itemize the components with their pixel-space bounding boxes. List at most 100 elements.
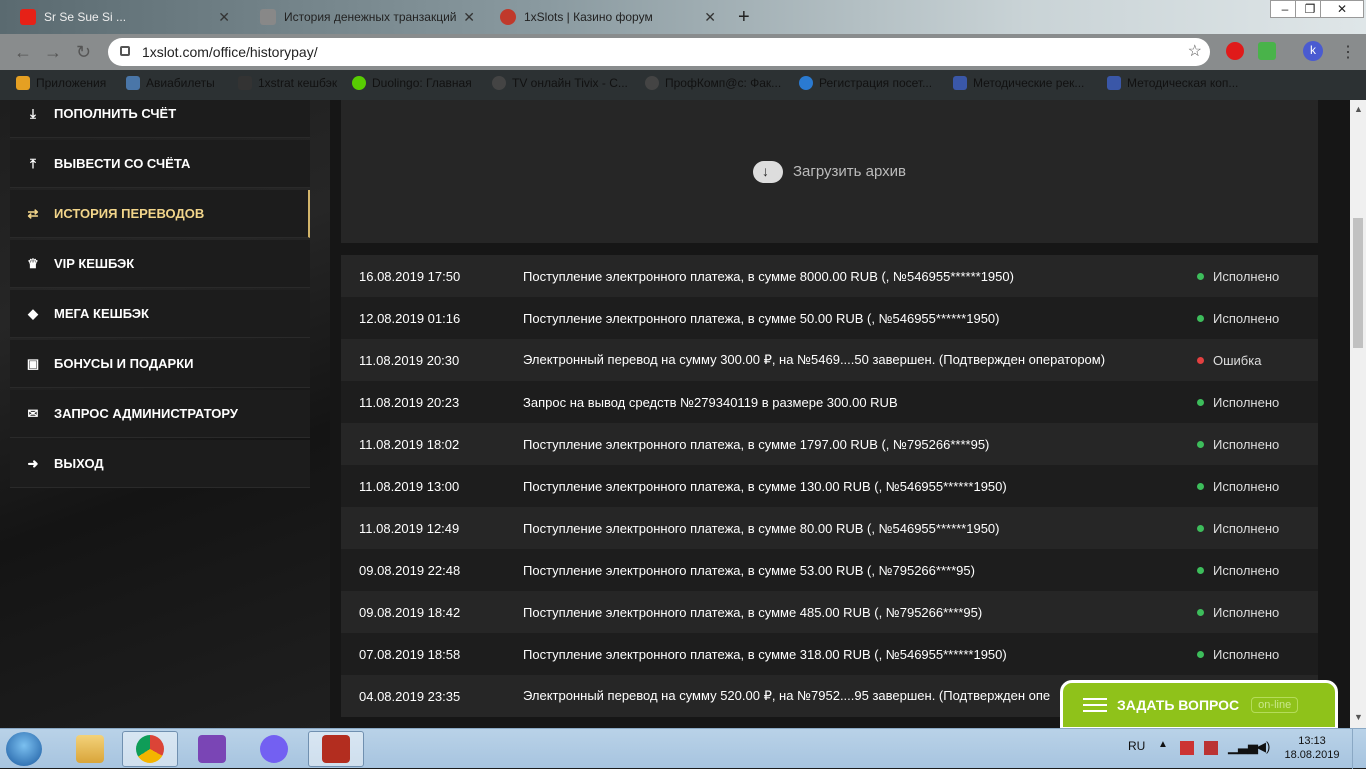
duolingo-icon [352,76,366,90]
address-bar[interactable]: 1xslot.com/office/historypay/ ☆ [108,38,1210,66]
chat-label: ЗАДАТЬ ВОПРОС [1117,697,1240,713]
page-scrollbar[interactable]: ▲ ▼ [1350,100,1366,728]
scroll-down-icon[interactable]: ▼ [1354,712,1363,722]
taskbar-dota[interactable] [308,731,364,767]
transaction-description: Поступление электронного платежа, в сумм… [523,646,1007,662]
sidebar-item-label: ВЫВЕСТИ СО СЧЁТА [54,156,191,171]
bookmark-method-1[interactable]: Методические рек... [953,76,1084,90]
system-clock[interactable]: 13:13 18.08.2019 [1282,734,1342,762]
bookmark-cashback[interactable]: 1xstrat кешбэк [238,76,337,90]
back-icon[interactable]: ← [14,42,32,63]
forum-icon [500,9,516,25]
vk-icon [126,76,140,90]
sidebar-item[interactable]: ♛ VIP КЕШБЭК [10,240,310,288]
youtube-icon [20,9,36,25]
sidebar-item-label: МЕГА КЕШБЭК [54,306,149,321]
signal-icon[interactable]: ▁▃▅ [1228,739,1258,755]
bookmark-star-icon[interactable]: ☆ [1188,38,1202,66]
table-row: 11.08.2019 12:49 Поступление электронного… [341,507,1318,549]
close-icon[interactable]: ✕ [218,9,230,26]
bookmark-apps[interactable]: Приложения [16,76,106,90]
status-dot-icon [1197,314,1204,322]
volume-icon[interactable]: ◀) [1256,739,1270,755]
transaction-date: 11.08.2019 13:00 [359,478,460,494]
forward-icon[interactable]: → [44,42,62,63]
lock-icon [120,46,130,56]
status-dot-icon [1197,272,1204,280]
scroll-up-icon[interactable]: ▲ [1354,104,1363,114]
bookmark-vk[interactable]: Авиабилеты [126,76,215,90]
menu-dots-icon[interactable]: ⋮ [1340,42,1356,62]
status-text: Исполнено [1213,268,1280,284]
sidebar-item-label: ЗАПРОС АДМИНИСТРАТОРУ [54,406,238,421]
transaction-description: Поступление электронного платежа, в сумм… [523,520,1000,536]
diamond-icon: ◆ [28,305,38,321]
sidebar-item[interactable]: ▣ БОНУСЫ И ПОДАРКИ [10,340,310,388]
url-text: 1xslot.com/office/historypay/ [142,44,318,60]
transaction-date: 16.08.2019 17:50 [359,268,461,284]
table-row: 09.08.2019 22:48 Поступление электронного… [341,549,1318,591]
dota-icon [322,735,350,763]
sidebar-item[interactable]: ⤒ ВЫВЕСТИ СО СЧЁТА [10,140,310,188]
status-text: Исполнено [1213,394,1280,410]
show-hidden-icons[interactable]: ▲ [1158,739,1168,750]
status-dot-icon [1197,608,1204,616]
network-warning-icon[interactable] [1180,741,1194,755]
close-icon[interactable]: ✕ [704,9,716,26]
scrollbar-thumb[interactable] [1353,218,1363,348]
taskbar-explorer[interactable] [62,731,118,767]
start-button[interactable] [6,732,42,766]
sidebar-item[interactable]: ⇄ ИСТОРИЯ ПЕРЕВОДОВ [10,190,310,238]
tab-forum[interactable]: 1xSlots | Казино форум ✕ [490,0,726,34]
tab-history[interactable]: История денежных транзакций ✕ [250,0,485,34]
taskbar-viber[interactable] [246,731,302,767]
sidebar-item-label: ПОПОЛНИТЬ СЧЁТ [54,106,177,121]
reload-icon[interactable]: ↻ [76,42,91,63]
browser-toolbar: ← → ↻ 1xslot.com/office/historypay/ ☆ [0,34,1366,70]
sidebar-menu: ⤓ ПОПОЛНИТЬ СЧЁТ ⤒ ВЫВЕСТИ СО СЧЁТА ⇄ ИСТОРИЯ… [10,100,310,490]
apps-grid-icon [16,76,30,90]
tab-youtube[interactable]: Sr Se Sue Si ... ✕ [10,0,240,34]
status-dot-icon [1197,440,1204,448]
globe-icon [492,76,506,90]
bookmark-method-2[interactable]: Методическая коп... [1107,76,1238,90]
transaction-date: 09.08.2019 22:48 [359,562,461,578]
tab-strip: Sr Se Sue Si ... ✕ История денежных тран… [0,0,1366,34]
show-desktop-button[interactable] [1352,729,1366,769]
bookmark-tivix[interactable]: TV онлайн Tivix - С... [492,76,628,90]
status-dot-icon [1197,398,1204,406]
transactions-table: 16.08.2019 17:50 Поступление электронного… [341,255,1318,717]
sidebar-item[interactable]: ➜ ВЫХОД [10,440,310,488]
download-archive-button[interactable]: Загрузить архив [341,100,1318,243]
language-indicator[interactable]: RU [1128,739,1145,753]
transaction-date: 11.08.2019 20:23 [359,394,460,410]
profile-avatar[interactable]: k [1303,41,1323,61]
table-row: 16.08.2019 17:50 Поступление электронного… [341,255,1318,297]
cloud-download-icon [752,160,783,183]
transaction-status: Исполнено [1197,563,1279,578]
transaction-date: 11.08.2019 18:02 [359,436,460,452]
crown-icon: ♛ [27,255,39,271]
taskbar-chrome[interactable] [122,731,178,767]
status-text: Исполнено [1213,436,1280,452]
sidebar-item[interactable]: ⤓ ПОПОЛНИТЬ СЧЁТ [10,100,310,138]
extension-icon[interactable] [1258,42,1276,60]
ask-question-widget[interactable]: ЗАДАТЬ ВОПРОС on-line [1060,680,1338,730]
transaction-date: 11.08.2019 20:30 [359,352,460,368]
status-text: Исполнено [1213,562,1280,578]
bookmark-registration[interactable]: Регистрация посет... [799,76,932,90]
sidebar-item[interactable]: ◆ МЕГА КЕШБЭК [10,290,310,338]
transaction-description: Поступление электронного платежа, в сумм… [523,562,975,578]
bookmark-profkomp[interactable]: ПрофКомп@с: Фак... [645,76,781,90]
taskbar-visual-studio[interactable] [184,731,240,767]
new-tab-button[interactable]: + [738,6,750,29]
page-icon [260,9,276,25]
bookmark-duolingo[interactable]: Duolingo: Главная [352,76,472,90]
close-window-button[interactable]: ✕ [1320,0,1364,18]
sidebar-item-label: VIP КЕШБЭК [54,256,135,271]
antivirus-icon[interactable] [1204,741,1218,755]
sidebar-item[interactable]: ✉ ЗАПРОС АДМИНИСТРАТОРУ [10,390,310,438]
status-text: Исполнено [1213,478,1280,494]
opera-extension-icon[interactable] [1226,42,1244,60]
close-icon[interactable]: ✕ [463,9,475,26]
